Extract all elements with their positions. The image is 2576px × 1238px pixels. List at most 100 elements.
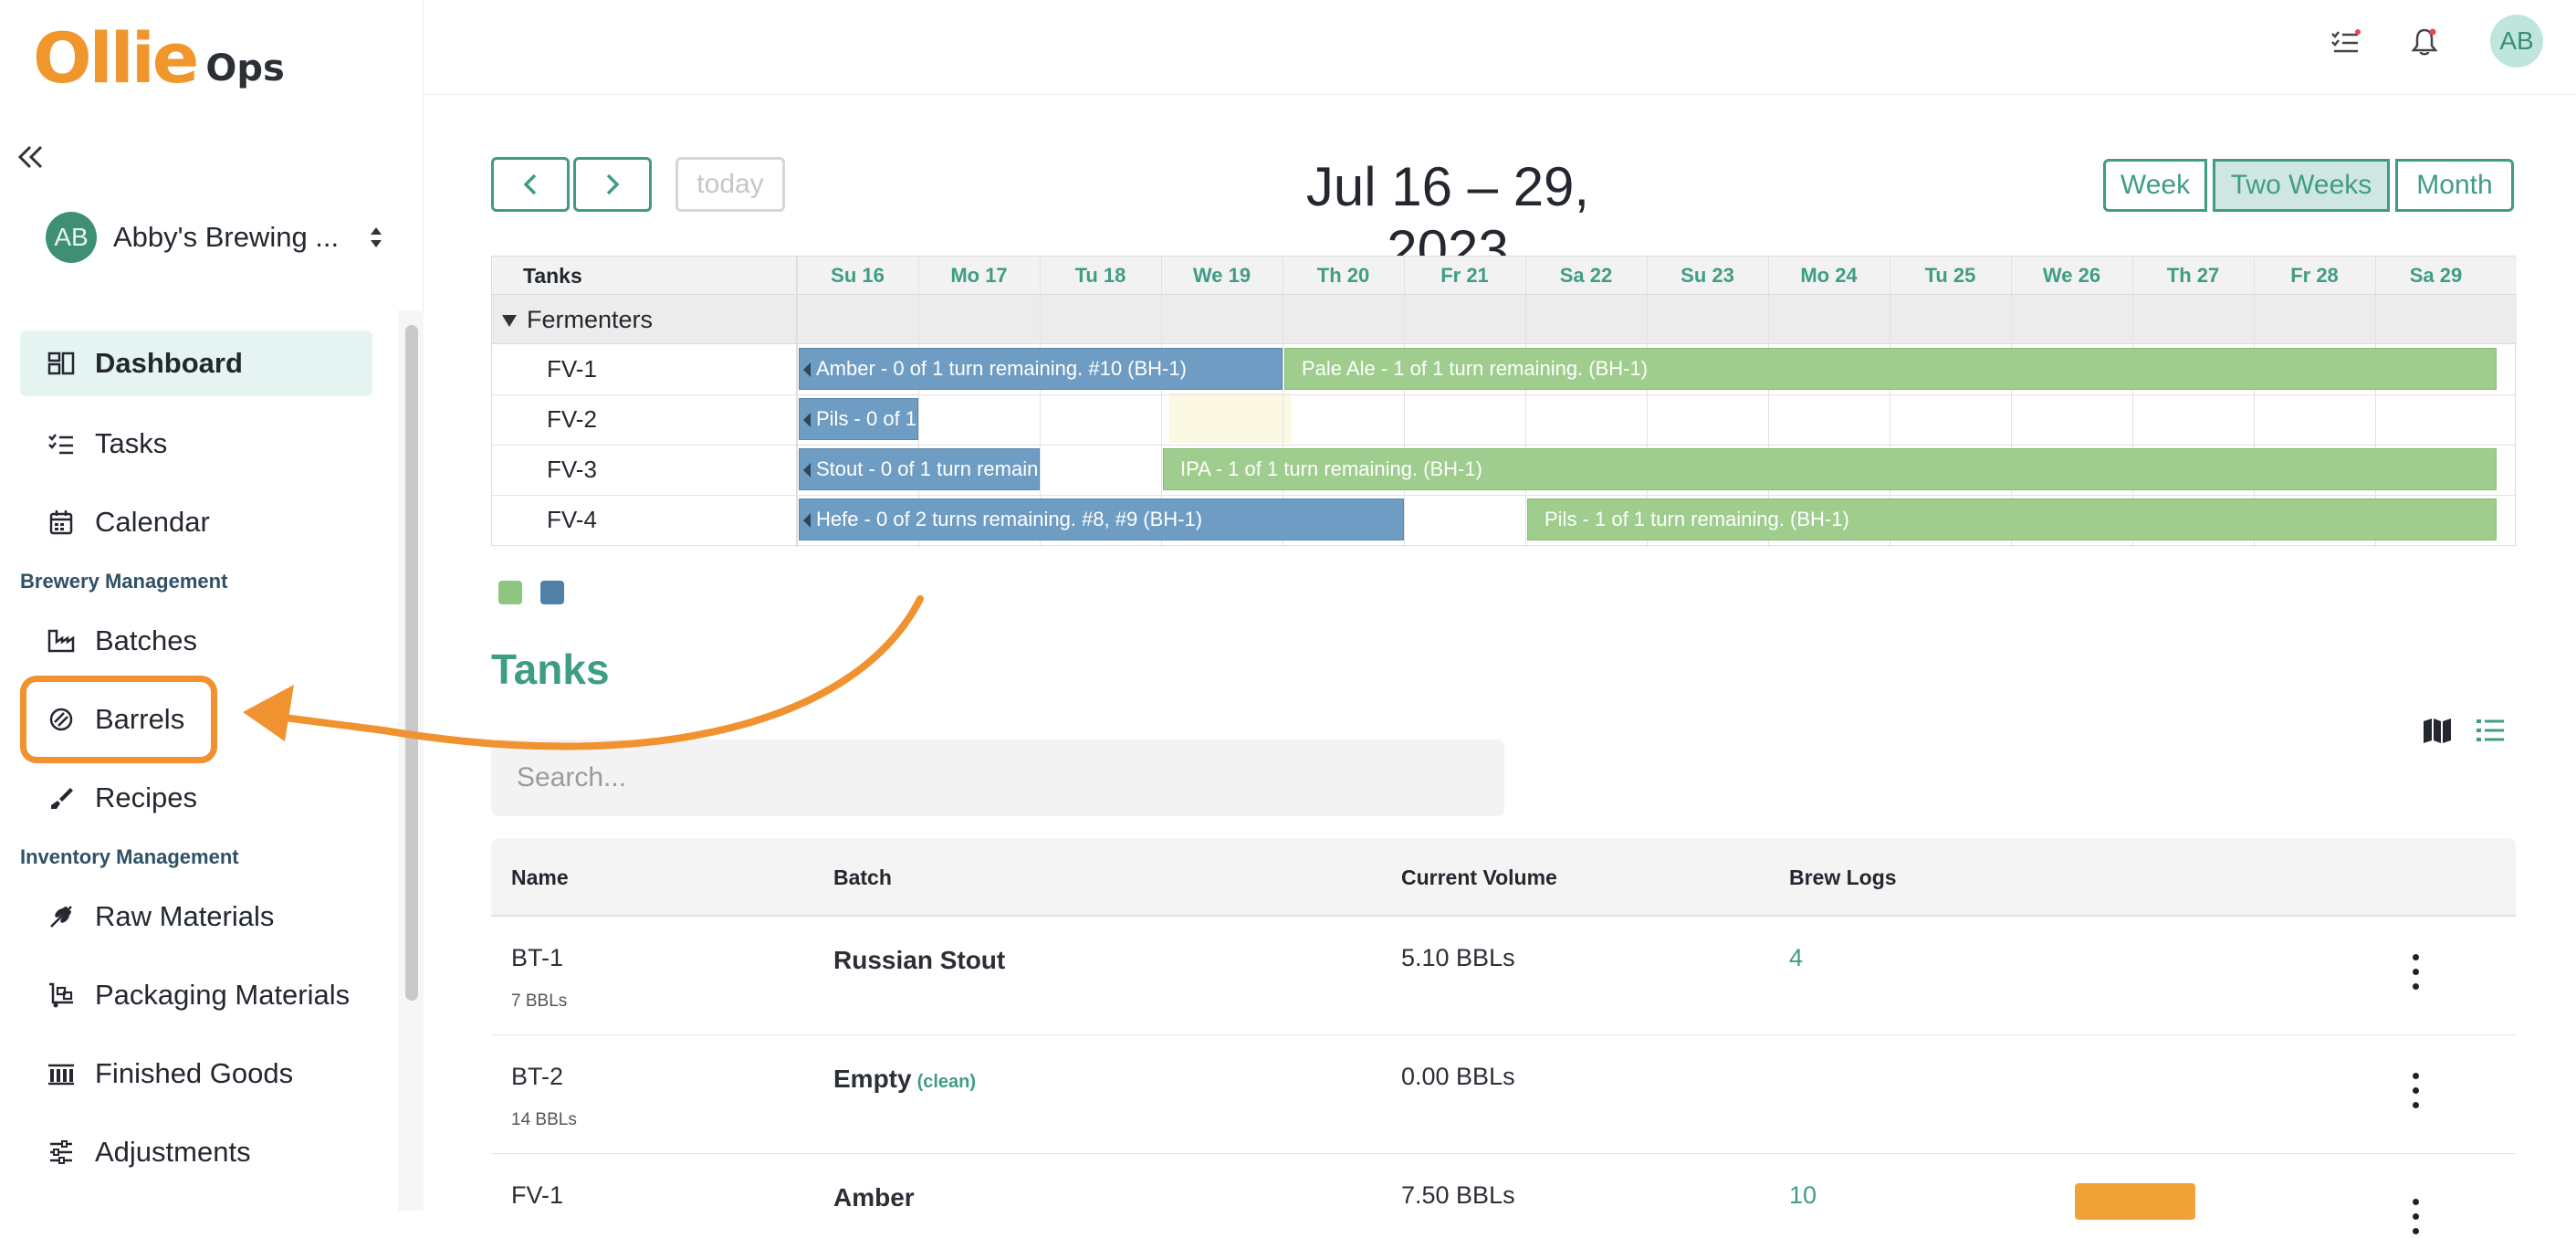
- timeline-event[interactable]: Pils - 0 of 1: [799, 398, 918, 440]
- notification-bell-icon[interactable]: [2403, 20, 2446, 64]
- timeline-event[interactable]: Pale Ale - 1 of 1 turn remaining. (BH-1): [1284, 348, 2497, 390]
- batch-name: Russian Stout: [833, 946, 1006, 974]
- resource-label: FV-1: [547, 355, 597, 383]
- batch-name: Amber: [833, 1183, 915, 1212]
- list-view-icon[interactable]: [2472, 712, 2508, 749]
- timeline-event[interactable]: Stout - 0 of 1 turn remain: [799, 448, 1040, 490]
- row-menu-icon[interactable]: [2401, 949, 2430, 993]
- clean-tag: (clean): [916, 1072, 977, 1092]
- nav-batches[interactable]: Batches: [20, 608, 372, 674]
- brew-logs-link[interactable]: 10: [1789, 1181, 1817, 1210]
- day-header: Fr 28: [2290, 264, 2339, 287]
- col-batch[interactable]: Batch: [833, 866, 892, 890]
- top-bar: [425, 0, 2576, 95]
- calendar-today-button[interactable]: today: [675, 157, 785, 212]
- timeline-event[interactable]: Amber - 0 of 1 turn remaining. #10 (BH-1…: [799, 348, 1283, 390]
- timeline-event-label: Pils - 0 of 1: [816, 407, 917, 430]
- nav-finished-goods[interactable]: Finished Goods: [20, 1041, 372, 1107]
- ollie-ops-logo[interactable]: Ollie Ops: [33, 20, 285, 93]
- resource-label-column: Tanks Fermenters: [492, 257, 797, 547]
- tank-name: FV-1: [511, 1181, 564, 1209]
- timeline-event-label: Amber - 0 of 1 turn remaining. #10 (BH-1…: [816, 357, 1187, 380]
- nav-packaging-materials[interactable]: Packaging Materials: [20, 962, 372, 1028]
- chevron-right-icon: [606, 173, 620, 195]
- table-row[interactable]: FV-1 Amber 7.50 BBLs 10: [491, 1154, 2516, 1234]
- section-brewery-management: Brewery Management: [20, 570, 228, 593]
- calendar-prev-button[interactable]: [491, 157, 570, 212]
- day-header: Th 20: [1316, 264, 1370, 287]
- day-gridline: [797, 257, 798, 547]
- col-name[interactable]: Name: [511, 866, 569, 890]
- view-two-weeks-button[interactable]: Two Weeks: [2213, 159, 2390, 212]
- resource-column-header: Tanks: [523, 264, 582, 288]
- chevron-left-icon: [523, 173, 537, 195]
- brew-logs-link[interactable]: 4: [1789, 944, 1803, 972]
- nav-raw-materials[interactable]: Raw Materials: [20, 884, 372, 949]
- tank-volume: 0.00 BBLs: [1401, 1063, 1515, 1090]
- tank-volume: 5.10 BBLs: [1401, 944, 1515, 971]
- fermenters-group-label: Fermenters: [527, 306, 654, 333]
- beer-cases-icon: [46, 1058, 77, 1089]
- nav-adjustments[interactable]: Adjustments: [20, 1119, 372, 1185]
- org-switcher[interactable]: AB Abby's Brewing ...: [46, 212, 383, 263]
- sort-caret-icon: [369, 226, 383, 249]
- org-name: Abby's Brewing ...: [113, 221, 340, 253]
- table-row[interactable]: BT-1 7 BBLs Russian Stout 5.10 BBLs 4: [491, 917, 2516, 1035]
- nav-recipes[interactable]: Recipes: [20, 765, 372, 831]
- calendar-icon: [46, 507, 77, 538]
- section-inventory-management: Inventory Management: [20, 845, 239, 868]
- tank-batch[interactable]: Amber: [833, 1183, 915, 1212]
- col-brew-logs[interactable]: Brew Logs: [1789, 866, 1897, 890]
- collapse-sidebar-icon[interactable]: [13, 139, 49, 175]
- col-current-volume[interactable]: Current Volume: [1401, 866, 1557, 890]
- row-gridline: [492, 445, 2517, 446]
- today-highlight-cell: [1169, 393, 1291, 443]
- row-menu-icon[interactable]: [2401, 1194, 2430, 1238]
- continues-left-icon: [803, 413, 811, 427]
- nav-packaging-materials-label: Packaging Materials: [95, 979, 351, 1011]
- view-month-button[interactable]: Month: [2395, 159, 2514, 212]
- wheat-icon: [46, 901, 77, 932]
- day-header: Mo 17: [950, 264, 1008, 287]
- table-row[interactable]: BT-2 14 BBLs Empty (clean) 0.00 BBLs: [491, 1035, 2516, 1154]
- day-gridline: [1525, 257, 1526, 547]
- tank-capacity: 7 BBLs: [511, 991, 568, 1011]
- batches-icon: [46, 625, 77, 656]
- resource-label: FV-4: [547, 506, 597, 533]
- org-avatar: AB: [46, 212, 97, 263]
- view-week-button[interactable]: Week: [2103, 159, 2207, 212]
- calendar-next-button[interactable]: [573, 157, 652, 212]
- sidebar: Ollie Ops AB Abby's Brewing ... Dashboar…: [0, 0, 424, 1211]
- sliders-icon: [46, 1137, 77, 1168]
- timeline-event[interactable]: IPA - 1 of 1 turn remaining. (BH-1): [1163, 448, 2497, 490]
- continues-left-icon: [803, 513, 811, 528]
- resource-label: FV-3: [547, 456, 597, 483]
- nav-calendar[interactable]: Calendar: [20, 489, 372, 555]
- map-view-icon[interactable]: [2419, 712, 2456, 749]
- barrels-callout-highlight: [20, 676, 217, 763]
- fermenters-group[interactable]: Fermenters: [501, 306, 653, 334]
- nav-raw-materials-label: Raw Materials: [95, 900, 275, 932]
- dashboard-icon: [46, 348, 77, 379]
- tank-batch[interactable]: Russian Stout: [833, 946, 1005, 975]
- tanks-search-input[interactable]: [491, 740, 1504, 816]
- sidebar-scrollbar[interactable]: [405, 325, 418, 1001]
- legend-swatch-blue: [540, 581, 564, 604]
- row-menu-icon[interactable]: [2401, 1068, 2430, 1112]
- tank-volume: 7.50 BBLs: [1401, 1181, 1515, 1209]
- continues-left-icon: [803, 463, 811, 477]
- logo-main: Ollie: [33, 17, 199, 99]
- timeline-event[interactable]: Pils - 1 of 1 turn remaining. (BH-1): [1527, 498, 2497, 540]
- nav-dashboard[interactable]: Dashboard: [20, 330, 372, 396]
- user-avatar[interactable]: AB: [2490, 15, 2543, 68]
- row-gridline: [492, 394, 2517, 395]
- day-header: Tu 25: [1924, 264, 1976, 287]
- nav-calendar-label: Calendar: [95, 506, 210, 538]
- timeline-event[interactable]: Hefe - 0 of 2 turns remaining. #8, #9 (B…: [799, 498, 1404, 540]
- nav-adjustments-label: Adjustments: [95, 1136, 251, 1168]
- task-list-icon[interactable]: [2324, 20, 2368, 64]
- nav-tasks[interactable]: Tasks: [20, 411, 372, 477]
- nav-finished-goods-label: Finished Goods: [95, 1057, 294, 1089]
- logo-sub: Ops: [205, 47, 285, 89]
- day-header: Su 16: [831, 264, 885, 287]
